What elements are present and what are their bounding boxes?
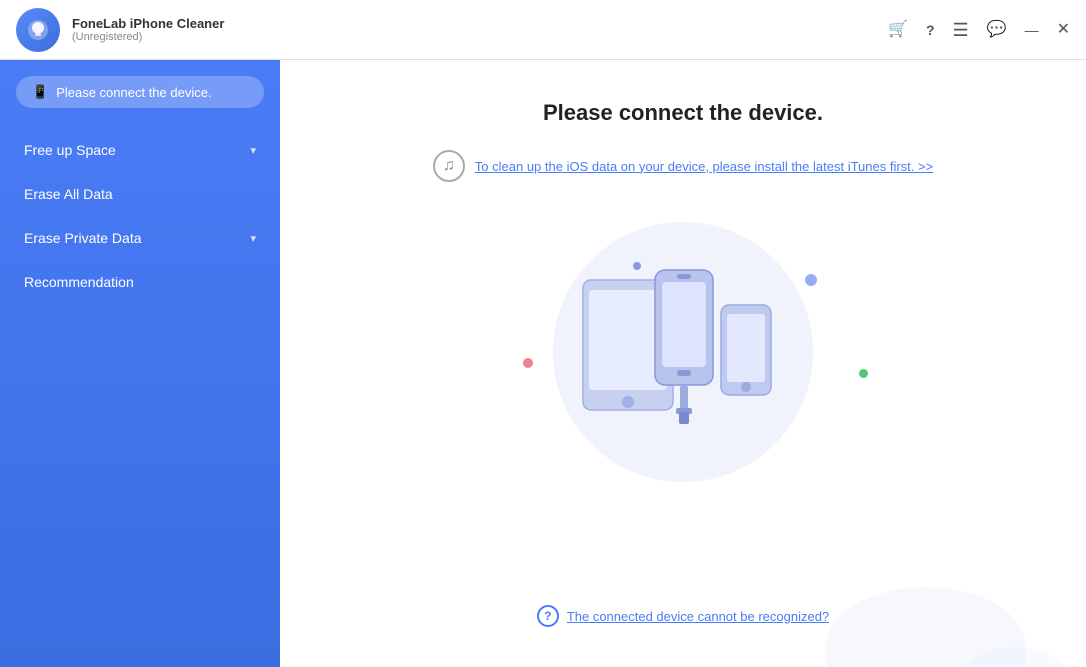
sidebar-item-erase-private-data[interactable]: Erase Private Data ▾ [0, 216, 280, 260]
dot-green [859, 369, 868, 378]
app-subtitle: (Unregistered) [72, 31, 224, 43]
cart-icon[interactable]: 🛒 [888, 22, 908, 38]
erase-private-data-label: Erase Private Data [24, 230, 142, 246]
main-layout: 📱 Please connect the device. Free up Spa… [0, 60, 1086, 667]
page-title: Please connect the device. [543, 100, 823, 126]
connect-device-label: Please connect the device. [56, 85, 211, 100]
chevron-down-icon-private: ▾ [250, 232, 256, 245]
itunes-link-text[interactable]: To clean up the iOS data on your device,… [475, 159, 933, 174]
close-icon[interactable]: ✕ [1057, 22, 1070, 38]
recommendation-label: Recommendation [24, 274, 134, 290]
phone-icon: 📱 [32, 84, 48, 100]
chevron-down-icon: ▾ [250, 144, 256, 157]
chat-icon[interactable]: 💬 [987, 22, 1007, 38]
app-name: FoneLab iPhone Cleaner [72, 16, 224, 31]
unrecognized-link-text[interactable]: The connected device cannot be recognize… [567, 609, 829, 624]
connect-device-button[interactable]: 📱 Please connect the device. [16, 76, 264, 108]
help-icon: ? [537, 605, 559, 627]
itunes-icon: ♫ [433, 150, 465, 182]
minimize-icon[interactable]: — [1025, 23, 1039, 37]
window-controls: 🛒 ? ☰ 💬 — ✕ [888, 21, 1070, 39]
sidebar-item-recommendation[interactable]: Recommendation [0, 260, 280, 304]
erase-all-data-label: Erase All Data [24, 186, 113, 202]
question-icon[interactable]: ? [926, 23, 935, 37]
app-logo [16, 8, 60, 52]
devices-graphic [573, 250, 793, 455]
sidebar-item-erase-all-data[interactable]: Erase All Data [0, 172, 280, 216]
free-up-space-label: Free up Space [24, 142, 116, 158]
dot-pink [523, 358, 533, 368]
itunes-notice: ♫ To clean up the iOS data on your devic… [433, 150, 933, 182]
unrecognized-device-section: ? The connected device cannot be recogni… [537, 605, 829, 637]
app-title-group: FoneLab iPhone Cleaner (Unregistered) [72, 16, 224, 43]
menu-icon[interactable]: ☰ [953, 21, 969, 39]
title-bar: FoneLab iPhone Cleaner (Unregistered) 🛒 … [0, 0, 1086, 60]
dot-blue-large [805, 274, 817, 286]
device-illustration [473, 212, 893, 492]
content-area: Please connect the device. ♫ To clean up… [280, 60, 1086, 667]
sidebar: 📱 Please connect the device. Free up Spa… [0, 60, 280, 667]
sidebar-item-free-up-space[interactable]: Free up Space ▾ [0, 128, 280, 172]
